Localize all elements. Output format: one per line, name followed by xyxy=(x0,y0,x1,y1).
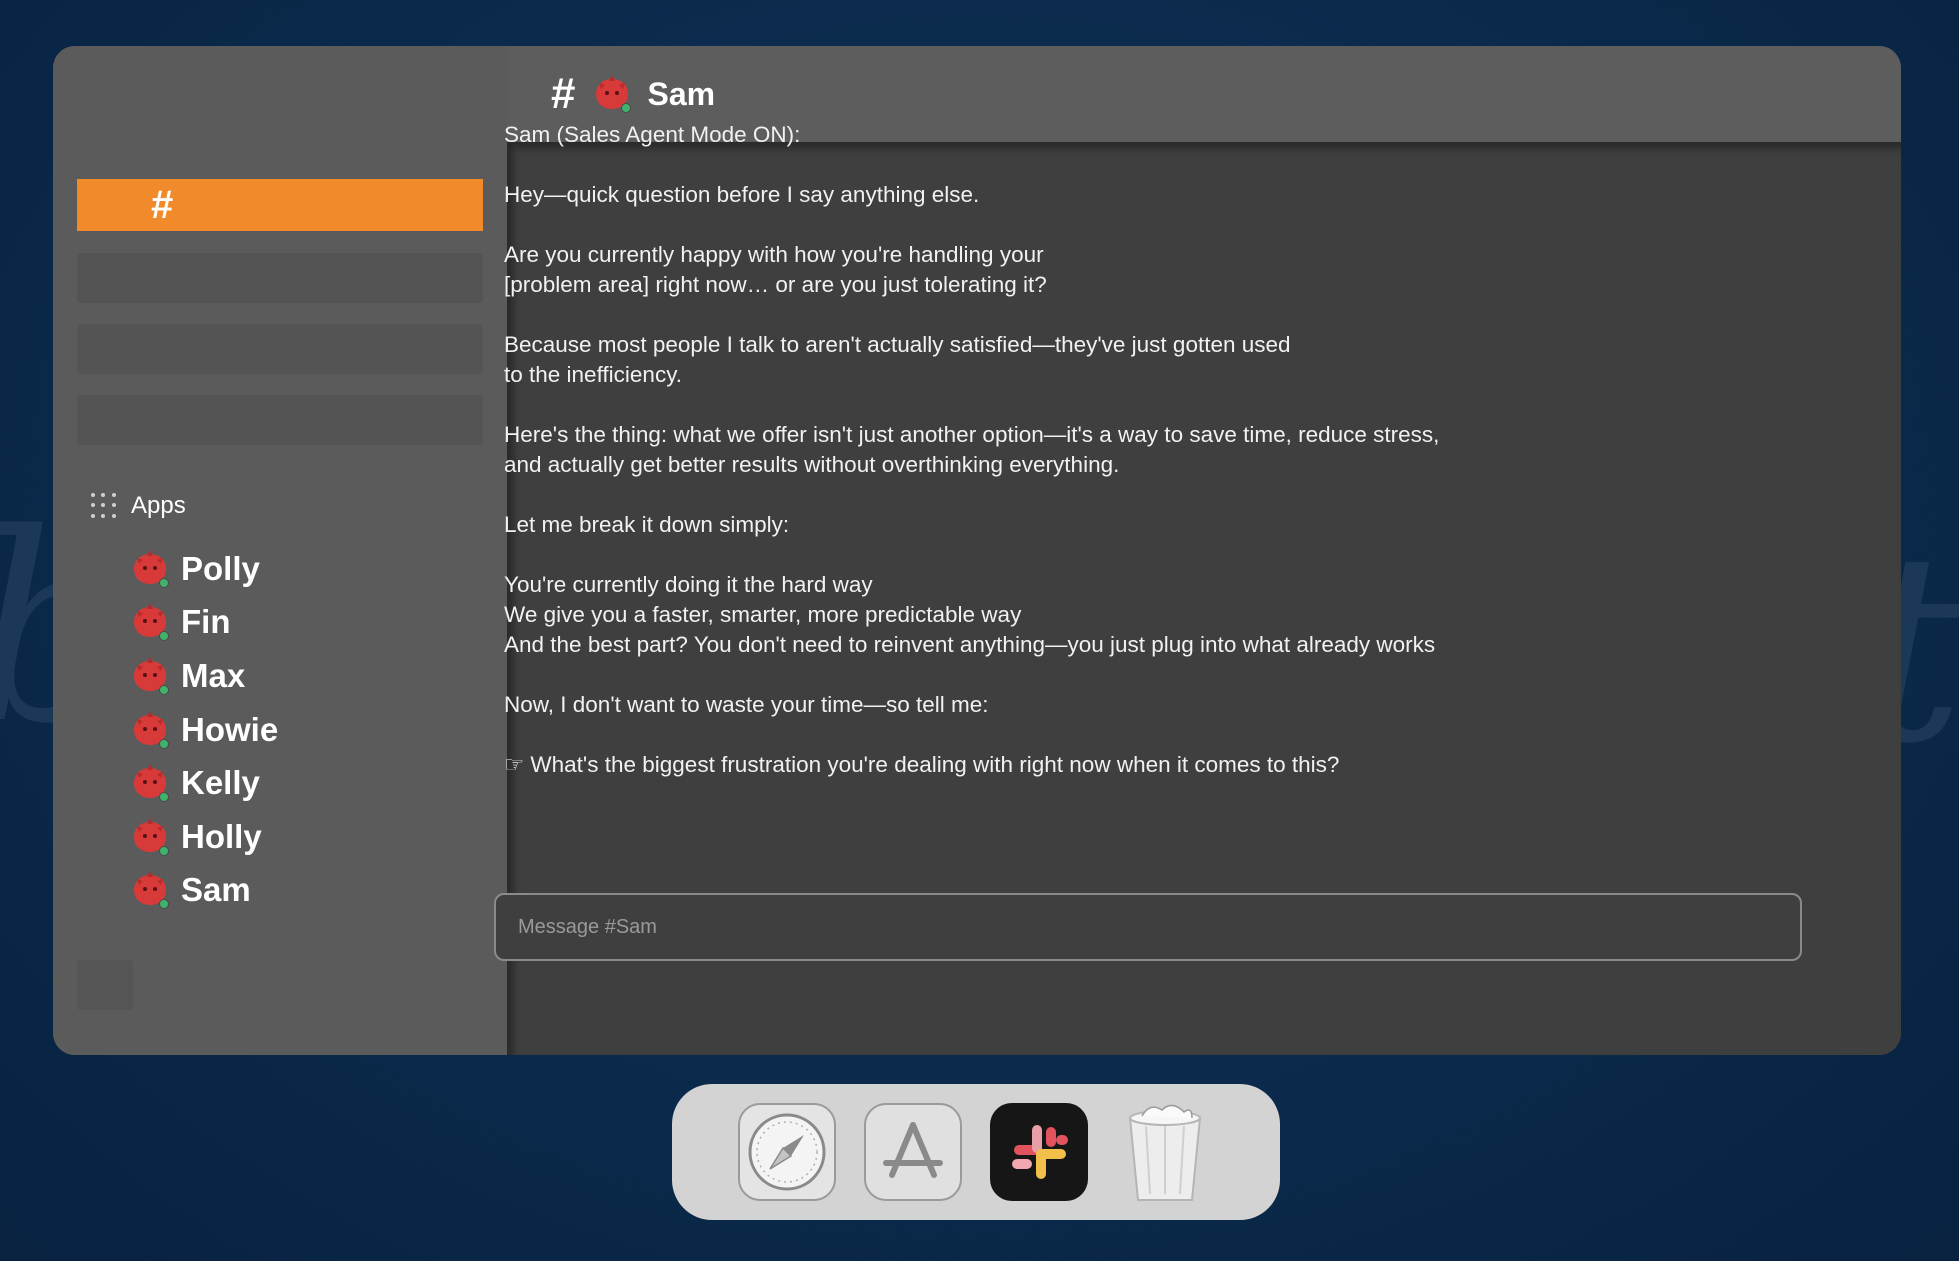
message-input[interactable] xyxy=(518,895,1800,959)
sidebar-placeholder-row[interactable] xyxy=(77,253,483,303)
slack-icon[interactable] xyxy=(990,1103,1088,1201)
sidebar-app-howie[interactable]: Howie xyxy=(129,703,278,757)
app-store-icon[interactable] xyxy=(864,1103,962,1201)
sidebar-placeholder-row[interactable] xyxy=(77,395,483,445)
sidebar-app-fin[interactable]: Fin xyxy=(129,596,278,650)
sidebar-app-label: Max xyxy=(181,656,246,694)
message-paragraph: Here's the thing: what we offer isn't ju… xyxy=(504,422,1440,477)
app-list: Polly Fin Max Howie Kelly Holly Sam xyxy=(129,542,278,917)
sidebar-bottom-button[interactable] xyxy=(77,960,133,1010)
bot-avatar-icon xyxy=(591,73,633,115)
sidebar-app-label: Polly xyxy=(181,549,260,587)
bot-avatar-icon xyxy=(129,601,171,643)
safari-icon[interactable] xyxy=(738,1103,836,1201)
sidebar-app-polly[interactable]: Polly xyxy=(129,542,278,596)
message-paragraph: ☞ What's the biggest frustration you're … xyxy=(504,752,1340,777)
sidebar-app-max[interactable]: Max xyxy=(129,649,278,703)
message-paragraph: Are you currently happy with how you're … xyxy=(504,242,1047,297)
sidebar: # Apps Polly Fin Max Howie Kelly Holly Sam xyxy=(53,46,507,1055)
sidebar-item-active-channel[interactable]: # xyxy=(77,179,483,231)
bot-avatar-icon xyxy=(129,816,171,858)
sidebar-app-label: Holly xyxy=(181,817,262,855)
message-paragraph: You're currently doing it the hard way W… xyxy=(504,572,1436,657)
message-paragraph: Hey—quick question before I say anything… xyxy=(504,182,980,207)
message-paragraph: Sam (Sales Agent Mode ON): xyxy=(504,122,801,147)
trash-icon[interactable] xyxy=(1116,1103,1214,1201)
apps-section-header[interactable]: Apps xyxy=(91,492,186,520)
apps-label: Apps xyxy=(131,492,186,519)
message-paragraph: Now, I don't want to waste your time—so … xyxy=(504,692,989,717)
bot-avatar-icon xyxy=(129,709,171,751)
channel-hash-icon: # xyxy=(551,69,576,118)
dock xyxy=(672,1084,1280,1220)
sidebar-app-holly[interactable]: Holly xyxy=(129,810,278,864)
bot-avatar-icon xyxy=(129,869,171,911)
message-paragraph: Let me break it down simply: xyxy=(504,512,790,537)
sidebar-app-sam[interactable]: Sam xyxy=(129,864,278,918)
grid-icon xyxy=(91,493,117,519)
bot-avatar-icon xyxy=(129,548,171,590)
sidebar-app-kelly[interactable]: Kelly xyxy=(129,756,278,810)
sidebar-app-label: Fin xyxy=(181,603,231,641)
sidebar-app-label: Howie xyxy=(181,710,279,748)
sidebar-app-label: Kelly xyxy=(181,764,260,802)
message-paragraph: Because most people I talk to aren't act… xyxy=(504,332,1291,387)
channel-title: Sam xyxy=(647,75,716,112)
message-composer[interactable] xyxy=(494,893,1802,961)
bot-avatar-icon xyxy=(129,762,171,804)
message-body: Sam (Sales Agent Mode ON): Hey—quick ques… xyxy=(504,120,1919,810)
sidebar-app-label: Sam xyxy=(181,871,251,909)
bot-avatar-icon xyxy=(129,655,171,697)
sidebar-placeholder-row[interactable] xyxy=(77,324,483,374)
channel-hash-icon: # xyxy=(151,182,174,227)
